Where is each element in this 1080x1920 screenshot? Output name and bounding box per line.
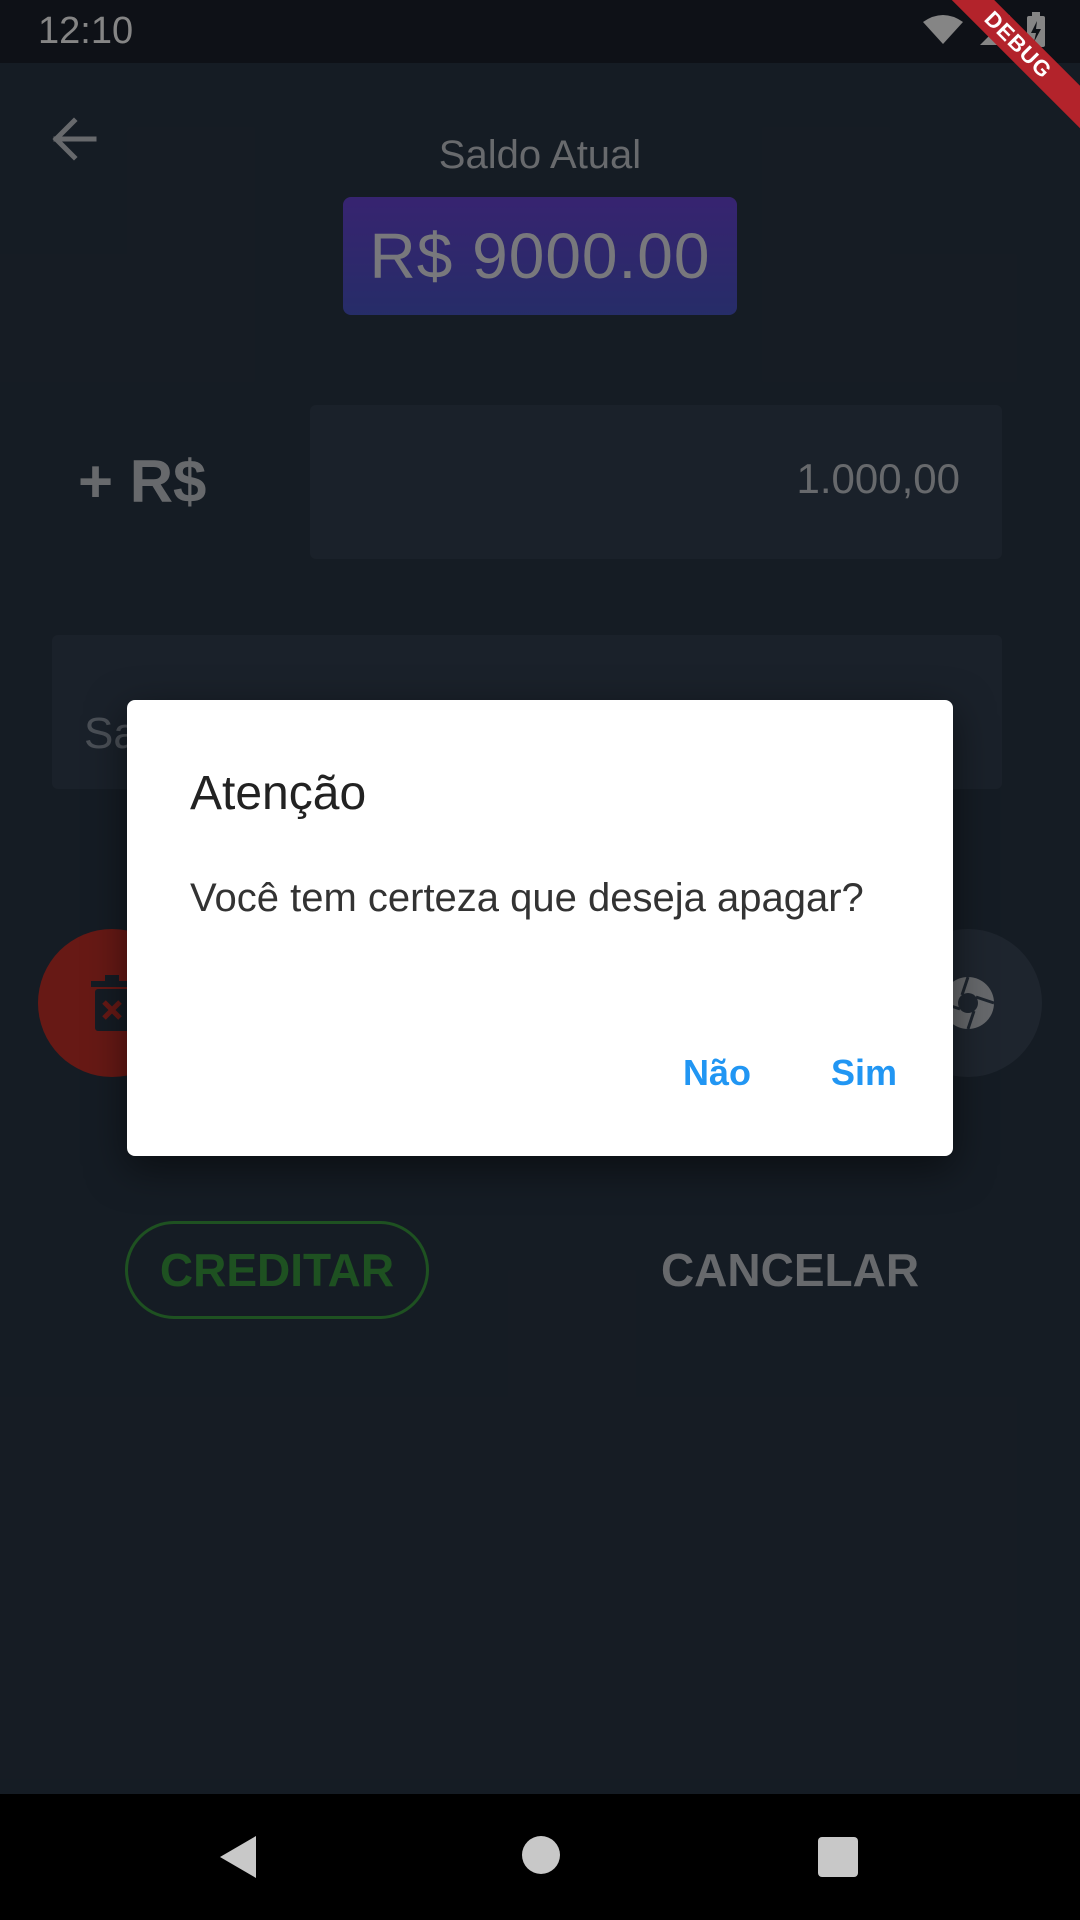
nav-home-icon[interactable] (522, 1836, 560, 1874)
dialog-title: Atenção (190, 767, 367, 820)
confirm-dialog: Atenção Você tem certeza que deseja apag… (127, 700, 953, 1156)
navigation-bar (0, 1794, 1080, 1920)
dialog-yes-button[interactable]: Sim (811, 1040, 917, 1106)
dialog-actions: Não Sim (663, 1040, 917, 1106)
nav-back-icon[interactable] (218, 1834, 258, 1880)
nav-recents-icon[interactable] (818, 1837, 858, 1877)
dialog-no-button[interactable]: Não (663, 1040, 771, 1106)
dialog-message: Você tem certeza que deseja apagar? (190, 876, 864, 920)
